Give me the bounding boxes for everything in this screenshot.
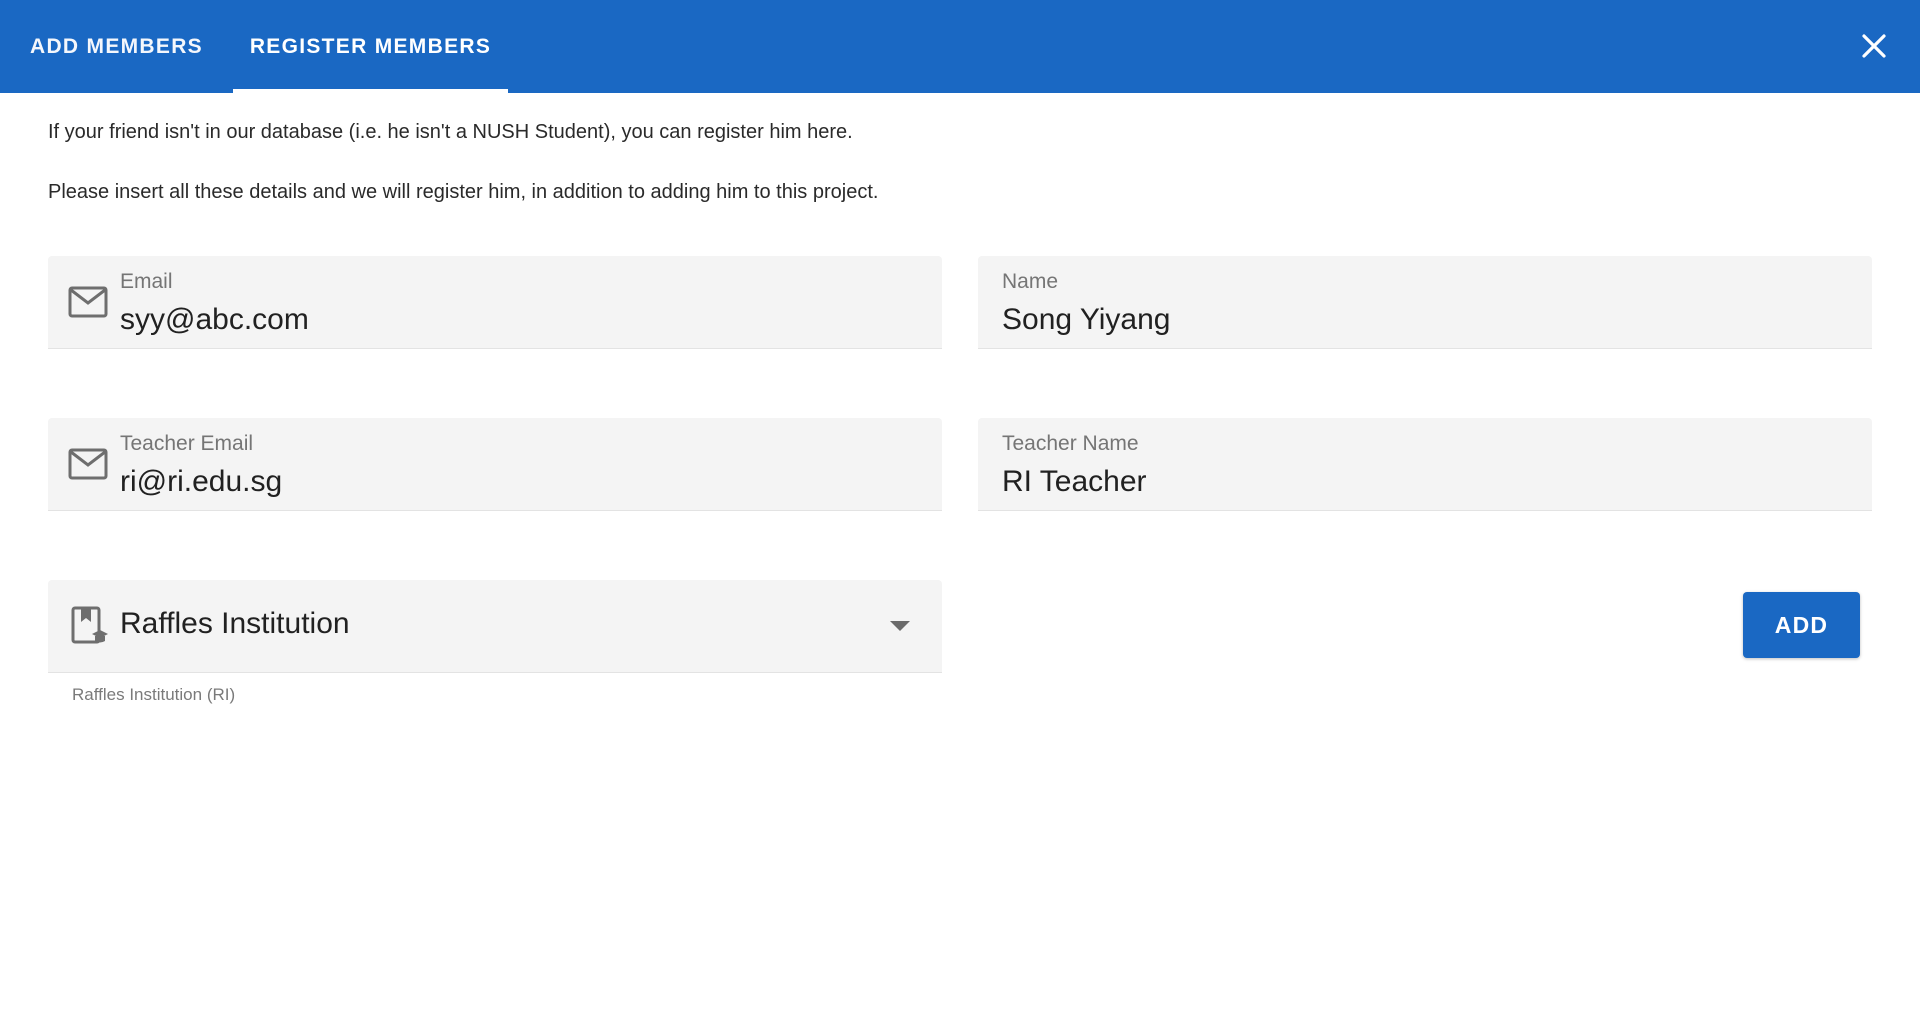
school-helper-text: Raffles Institution (RI)	[72, 685, 236, 704]
tab-add-members[interactable]: ADD MEMBERS	[0, 0, 233, 93]
close-button[interactable]	[1852, 24, 1896, 68]
intro-text-2: Please insert all these details and we w…	[48, 181, 879, 203]
teacher-name-label: Teacher Name	[1002, 432, 1139, 455]
name-field[interactable]: Name	[978, 256, 1872, 349]
email-field[interactable]: Email	[48, 256, 942, 349]
active-tab-indicator	[233, 89, 508, 93]
dropdown-arrow-icon[interactable]	[890, 621, 910, 631]
school-select-value: Raffles Institution	[120, 607, 350, 640]
close-icon	[1862, 34, 1886, 58]
intro-text-1: If your friend isn't in our database (i.…	[48, 121, 853, 143]
name-label: Name	[1002, 270, 1059, 293]
email-label: Email	[120, 270, 173, 293]
school-bookmark-icon	[71, 606, 108, 644]
teacher-email-label: Teacher Email	[120, 432, 254, 455]
name-input[interactable]	[1002, 300, 1782, 340]
mail-icon	[68, 448, 108, 480]
teacher-email-input[interactable]	[120, 462, 900, 502]
teacher-email-field[interactable]: Teacher Email	[48, 418, 942, 511]
teacher-name-field[interactable]: Teacher Name	[978, 418, 1872, 511]
teacher-name-input[interactable]	[1002, 462, 1782, 502]
school-select[interactable]: Raffles Institution	[48, 580, 942, 673]
email-input[interactable]	[120, 300, 900, 340]
mail-icon	[68, 286, 108, 318]
dialog-header: ADD MEMBERS REGISTER MEMBERS	[0, 0, 1920, 93]
add-button[interactable]: ADD	[1743, 592, 1860, 658]
tab-register-members[interactable]: REGISTER MEMBERS	[233, 0, 508, 93]
